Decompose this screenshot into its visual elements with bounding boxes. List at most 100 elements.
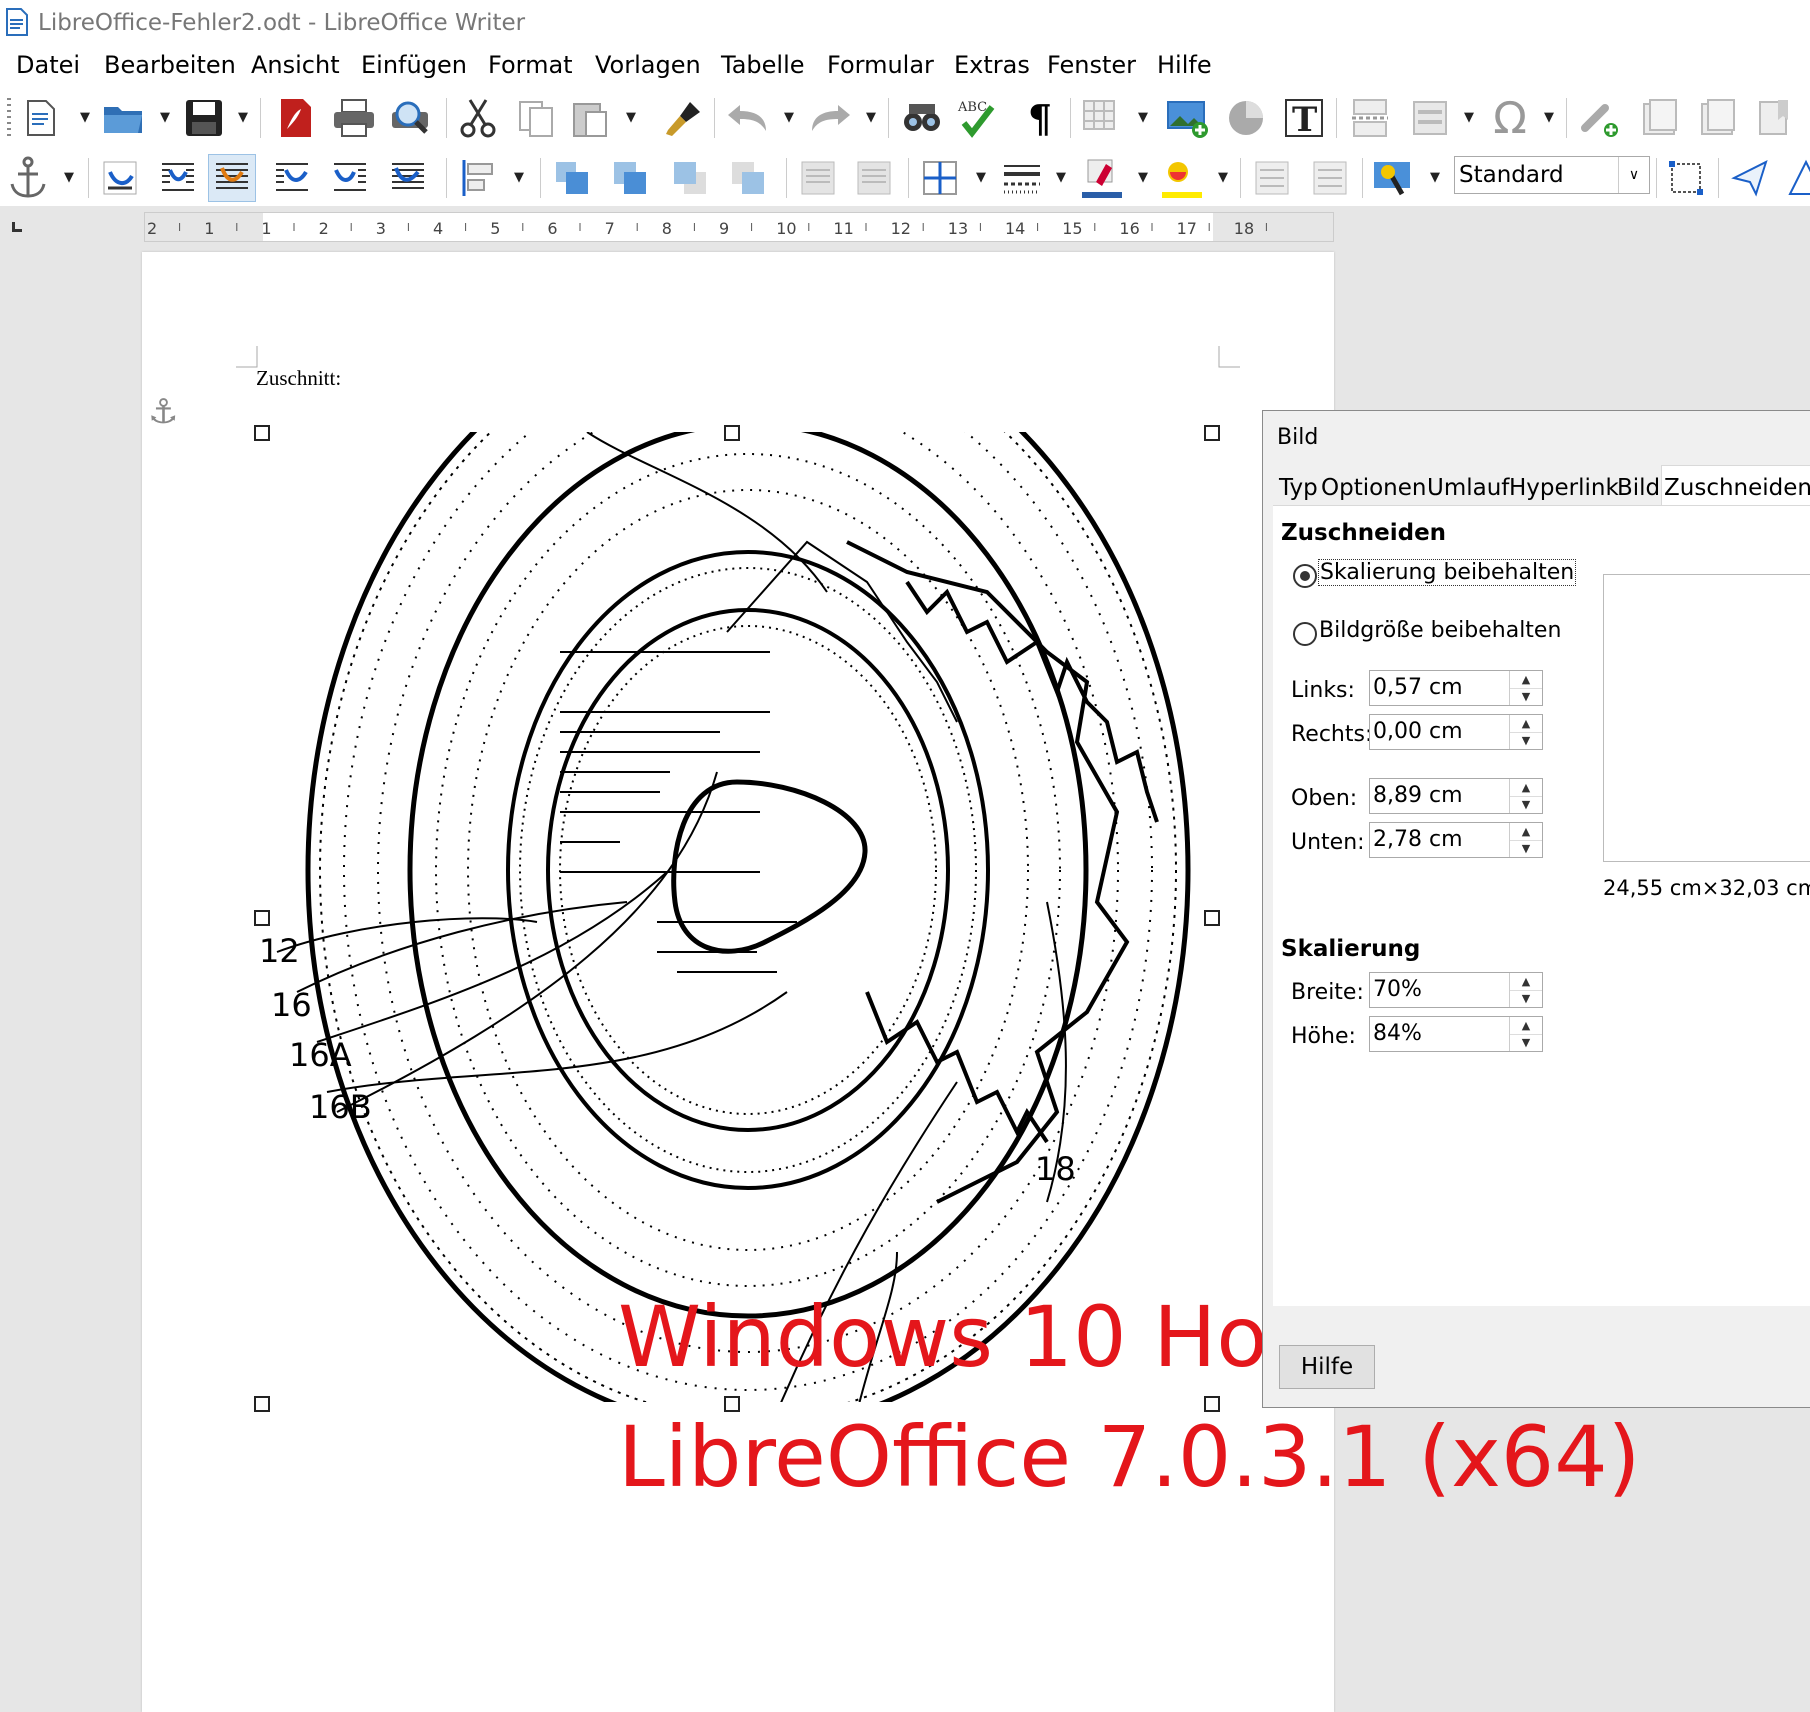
- forward-one-icon[interactable]: [606, 154, 654, 202]
- embedded-image[interactable]: 12 16 16A 16B 18: [257, 432, 1207, 1402]
- spin-up-icon[interactable]: ▲: [1510, 715, 1542, 733]
- to-background-icon[interactable]: [850, 154, 898, 202]
- clone-formatting-icon[interactable]: [660, 94, 708, 142]
- help-button[interactable]: Hilfe: [1279, 1345, 1375, 1389]
- area-color-icon[interactable]: [1158, 154, 1206, 202]
- crop-left-field[interactable]: 0,57 cm ▲ ▼: [1369, 670, 1543, 706]
- frame-properties-icon[interactable]: [1248, 154, 1296, 202]
- menu-tabelle[interactable]: Tabelle: [721, 51, 805, 79]
- tab-umlauf[interactable]: Umlauf: [1425, 469, 1511, 507]
- borders-icon[interactable]: [916, 154, 964, 202]
- crop-bottom-field[interactable]: 2,78 cm ▲ ▼: [1369, 822, 1543, 858]
- spin-down-icon[interactable]: ▼: [1510, 732, 1542, 749]
- toolbar-grip[interactable]: [7, 98, 11, 138]
- border-style-icon[interactable]: [998, 154, 1046, 202]
- image-properties-icon[interactable]: [1370, 154, 1418, 202]
- print-preview-icon[interactable]: [386, 94, 434, 142]
- insert-image-icon[interactable]: [1164, 94, 1212, 142]
- menu-formular[interactable]: Formular: [827, 51, 934, 79]
- wrap-through-icon[interactable]: [208, 154, 256, 202]
- wrap-left-icon[interactable]: [268, 154, 316, 202]
- menu-ansicht[interactable]: Ansicht: [251, 51, 340, 79]
- spin-up-icon[interactable]: ▲: [1510, 1017, 1542, 1035]
- spin-down-icon[interactable]: ▼: [1510, 990, 1542, 1007]
- to-foreground-icon[interactable]: [794, 154, 842, 202]
- spin-down-icon[interactable]: ▼: [1510, 688, 1542, 705]
- wrap-right-icon[interactable]: [326, 154, 374, 202]
- spin-up-icon[interactable]: ▲: [1510, 779, 1542, 797]
- chevron-down-icon[interactable]: ▼: [866, 110, 876, 125]
- save-icon[interactable]: [180, 94, 228, 142]
- menu-format[interactable]: Format: [488, 51, 573, 79]
- keep-size-radio[interactable]: [1293, 622, 1317, 646]
- chevron-down-icon[interactable]: ▼: [1218, 170, 1228, 185]
- cut-icon[interactable]: [454, 94, 502, 142]
- find-replace-icon[interactable]: [898, 94, 946, 142]
- tab-hyperlink[interactable]: Hyperlink: [1507, 469, 1621, 507]
- draw-functions-icon[interactable]: [1726, 154, 1774, 202]
- spin-up-icon[interactable]: ▲: [1510, 823, 1542, 841]
- menu-datei[interactable]: Datei: [16, 51, 80, 79]
- send-to-back-icon[interactable]: [724, 154, 772, 202]
- spin-down-icon[interactable]: ▼: [1510, 840, 1542, 857]
- chevron-down-icon[interactable]: ▼: [238, 110, 248, 125]
- menu-bearbeiten[interactable]: Bearbeiten: [104, 51, 236, 79]
- chevron-down-icon[interactable]: ▼: [976, 170, 986, 185]
- document-page[interactable]: Zuschnitt: ⚓ 12 16 16A 16B 18 Windows 10…: [142, 252, 1640, 1712]
- print-icon[interactable]: [330, 94, 378, 142]
- menu-einfuegen[interactable]: Einfügen: [361, 51, 467, 79]
- crop-right-field[interactable]: 0,00 cm ▲ ▼: [1369, 714, 1543, 750]
- paragraph-style-select[interactable]: Standard ∨: [1454, 156, 1650, 194]
- wrap-page-icon[interactable]: [154, 154, 202, 202]
- spin-up-icon[interactable]: ▲: [1510, 671, 1542, 689]
- spin-down-icon[interactable]: ▼: [1510, 1034, 1542, 1051]
- keep-size-label[interactable]: Bildgröße beibehalten: [1319, 618, 1561, 643]
- chevron-down-icon[interactable]: ▼: [784, 110, 794, 125]
- menu-hilfe[interactable]: Hilfe: [1157, 51, 1212, 79]
- open-folder-icon[interactable]: [100, 94, 148, 142]
- anchor-icon[interactable]: [4, 154, 52, 202]
- insert-table-icon[interactable]: [1078, 94, 1126, 142]
- paste-icon[interactable]: [566, 94, 614, 142]
- wrap-ideal-icon[interactable]: [384, 154, 432, 202]
- chevron-down-icon[interactable]: ▼: [1464, 110, 1474, 125]
- formatting-marks-icon[interactable]: ¶: [1016, 94, 1064, 142]
- chevron-down-icon[interactable]: ▼: [1544, 110, 1554, 125]
- tab-optionen[interactable]: Optionen: [1319, 469, 1429, 507]
- tab-typ[interactable]: Typ: [1277, 469, 1320, 507]
- undo-icon[interactable]: [724, 94, 772, 142]
- border-color-icon[interactable]: [1078, 154, 1126, 202]
- scale-height-field[interactable]: 84% ▲ ▼: [1369, 1016, 1543, 1052]
- keep-scale-label[interactable]: Skalierung beibehalten: [1317, 559, 1577, 586]
- insert-endnote-icon[interactable]: [1694, 94, 1742, 142]
- insert-hyperlink-icon[interactable]: [1576, 94, 1624, 142]
- wrap-off-icon[interactable]: [96, 154, 144, 202]
- chevron-down-icon[interactable]: ▼: [1056, 170, 1066, 185]
- copy-icon[interactable]: [512, 94, 560, 142]
- spelling-icon[interactable]: ABC: [954, 94, 1002, 142]
- anchor-icon[interactable]: ⚓: [148, 392, 178, 432]
- chevron-down-icon[interactable]: ∨: [1618, 157, 1649, 193]
- spin-down-icon[interactable]: ▼: [1510, 796, 1542, 813]
- chevron-down-icon[interactable]: ▼: [1138, 170, 1148, 185]
- keep-scale-radio[interactable]: [1293, 564, 1317, 588]
- insert-chart-icon[interactable]: [1222, 94, 1270, 142]
- new-document-icon[interactable]: [18, 94, 66, 142]
- insert-footnote-icon[interactable]: [1636, 94, 1684, 142]
- bring-to-front-icon[interactable]: [548, 154, 596, 202]
- chevron-down-icon[interactable]: ▼: [514, 170, 524, 185]
- frame-properties-2-icon[interactable]: [1306, 154, 1354, 202]
- menu-fenster[interactable]: Fenster: [1047, 51, 1136, 79]
- insert-field-icon[interactable]: [1406, 94, 1454, 142]
- redo-icon[interactable]: [806, 94, 854, 142]
- menu-vorlagen[interactable]: Vorlagen: [595, 51, 701, 79]
- scale-width-field[interactable]: 70% ▲ ▼: [1369, 972, 1543, 1008]
- insert-bookmark-icon[interactable]: [1752, 94, 1800, 142]
- shapes-icon[interactable]: [1782, 154, 1810, 202]
- horizontal-ruler[interactable]: 2 1 1 2 3 4 5 6 7 8 9 10 11 12 13 14 15 16 17 18: [144, 212, 1334, 242]
- insert-page-break-icon[interactable]: [1346, 94, 1394, 142]
- align-objects-icon[interactable]: [456, 154, 504, 202]
- tab-stop-selector[interactable]: [12, 222, 22, 232]
- chevron-down-icon[interactable]: ▼: [1430, 170, 1440, 185]
- spin-up-icon[interactable]: ▲: [1510, 973, 1542, 991]
